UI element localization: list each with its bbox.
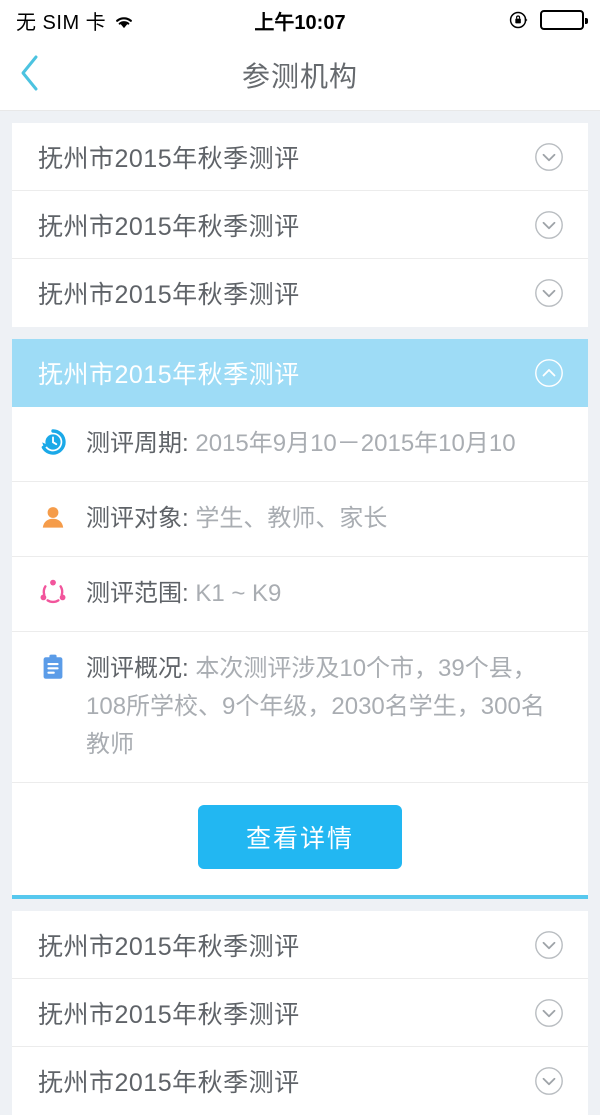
detail-row-audience: 测评对象: 学生、教师、家长 [12,482,588,557]
clipboard-icon [38,652,68,682]
chevron-down-circle-icon[interactable] [534,1066,564,1096]
page-title: 参测机构 [241,61,358,92]
detail-label-audience: 测评对象: [86,505,189,532]
list-item[interactable]: 抚州市2015年秋季测评 [12,191,588,259]
nav-bar: 参测机构 [0,40,600,111]
detail-row-scope: 测评范围: K1 ~ K9 [12,557,588,632]
list-item[interactable]: 抚州市2015年秋季测评 [12,123,588,191]
detail-label-overview: 测评概况: [86,655,189,682]
detail-text-audience: 测评对象: 学生、教师、家长 [86,500,568,538]
status-bar-left: 无 SIM 卡 [16,6,135,35]
chevron-down-circle-icon[interactable] [534,930,564,960]
detail-label-scope: 测评范围: [86,580,189,607]
list-item[interactable]: 抚州市2015年秋季测评 [12,259,588,327]
list-item-title: 抚州市2015年秋季测评 [38,932,300,961]
status-bar-right [508,9,588,31]
detail-text-overview: 测评概况: 本次测评涉及10个市，39个县，108所学校、9个年级，2030名学… [86,650,568,764]
carrier-label: 无 SIM 卡 [16,11,107,34]
list-item-title: 抚州市2015年秋季测评 [38,212,300,241]
person-icon [38,502,68,532]
detail-text-period: 测评周期: 2015年9月10－2015年10月10 [86,425,568,463]
rotation-lock-icon [508,9,530,31]
detail-value-period: 2015年9月10－2015年10月10 [195,430,516,457]
chevron-down-circle-icon[interactable] [534,142,564,172]
collapsed-group-bottom: 抚州市2015年秋季测评 抚州市2015年秋季测评 抚州市2015年秋季测评 [12,911,588,1115]
view-detail-button[interactable]: 查看详情 [197,805,402,869]
detail-value-audience: 学生、教师、家长 [195,505,388,532]
chevron-down-circle-icon[interactable] [534,998,564,1028]
detail-value-scope: K1 ~ K9 [195,580,282,607]
list-item-title: 抚州市2015年秋季测评 [38,1069,300,1097]
expanded-list-item-title: 抚州市2015年秋季测评 [38,361,300,389]
detail-button-container: 查看详情 [12,783,588,895]
wifi-icon [113,13,135,30]
expanded-list-item-header[interactable]: 抚州市2015年秋季测评 [12,339,588,407]
detail-row-overview: 测评概况: 本次测评涉及10个市，39个县，108所学校、9个年级，2030名学… [12,632,588,783]
chevron-up-circle-icon[interactable] [534,358,564,388]
detail-label-period: 测评周期: [86,430,189,457]
chevron-down-circle-icon[interactable] [534,210,564,240]
list-item-title: 抚州市2015年秋季测评 [38,1000,300,1029]
scope-circle-icon [38,577,68,607]
collapsed-group-top: 抚州市2015年秋季测评 抚州市2015年秋季测评 抚州市2015年秋季测评 [12,123,588,327]
chevron-down-circle-icon[interactable] [534,278,564,308]
list-item[interactable]: 抚州市2015年秋季测评 [12,1047,588,1115]
status-bar: 无 SIM 卡 上午10:07 [0,0,600,40]
list-item[interactable]: 抚州市2015年秋季测评 [12,979,588,1047]
list-item[interactable]: 抚州市2015年秋季测评 [12,911,588,979]
detail-row-period: 测评周期: 2015年9月10－2015年10月10 [12,407,588,482]
detail-text-scope: 测评范围: K1 ~ K9 [86,575,568,613]
expanded-institution-card: 抚州市2015年秋季测评 测评周期: 2015年9月10－2015年10月10 … [12,339,588,899]
institution-list: 抚州市2015年秋季测评 抚州市2015年秋季测评 抚州市2015年秋季测评 抚… [0,111,600,1115]
clock-history-icon [38,427,68,457]
list-item-title: 抚州市2015年秋季测评 [38,144,300,173]
list-item-title: 抚州市2015年秋季测评 [38,281,300,309]
battery-icon [540,10,588,30]
